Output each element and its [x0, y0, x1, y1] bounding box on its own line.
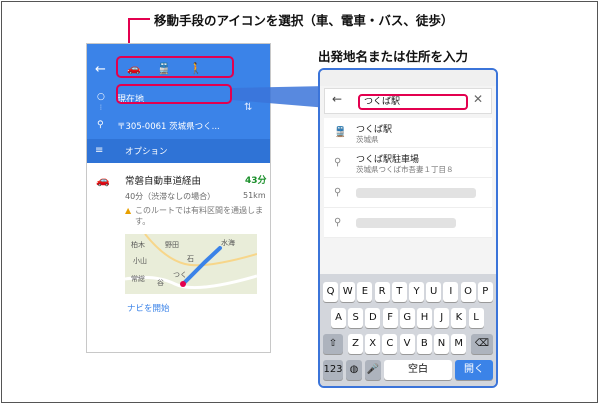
blurred-result: [356, 218, 456, 228]
pin-icon: ⚲: [334, 217, 342, 228]
key-l[interactable]: L: [468, 308, 484, 328]
key-n[interactable]: N: [434, 334, 449, 354]
key-o[interactable]: O: [460, 282, 476, 302]
key-u[interactable]: U: [426, 282, 442, 302]
shift-key[interactable]: ⇧: [323, 334, 343, 354]
key-a[interactable]: A: [331, 308, 346, 328]
space-key[interactable]: 空白: [384, 360, 452, 380]
list-item[interactable]: 🚆 つくば駅 茨城県: [324, 118, 492, 148]
list-item[interactable]: ⚲: [324, 208, 492, 238]
key-i[interactable]: I: [443, 282, 459, 302]
search-results: 🚆 つくば駅 茨城県 ⚲ つくば駅駐車場 茨城県つくば市吾妻１丁目８ ⚲ ⚲: [324, 118, 492, 238]
key-y[interactable]: Y: [409, 282, 424, 302]
backspace-key[interactable]: ⌫: [471, 334, 493, 354]
key-e[interactable]: E: [357, 282, 373, 302]
pin-icon: ⚲: [334, 157, 342, 168]
keyboard: Q W E R T Y U I O P A S D F G H J K L ⇧ Z X C V B N M ⌫ 123 ◍ 🎤 空白 開く: [320, 274, 496, 386]
microphone-icon[interactable]: 🎤: [365, 360, 381, 380]
key-f[interactable]: F: [382, 308, 398, 328]
key-p[interactable]: P: [477, 282, 493, 302]
key-g[interactable]: G: [399, 308, 415, 328]
key-c[interactable]: C: [382, 334, 398, 354]
key-k[interactable]: K: [451, 308, 467, 328]
search-input[interactable]: つくば駅: [358, 94, 468, 110]
search-screen: ← つくば駅 ✕ 🚆 つくば駅 茨城県 ⚲ つくば駅駐車場 茨城県つくば市吾妻１…: [318, 68, 498, 388]
train-icon: 🚆: [334, 127, 347, 138]
arrow-back-icon[interactable]: ←: [332, 92, 342, 106]
globe-icon[interactable]: ◍: [346, 360, 362, 380]
status-bar: [320, 70, 496, 86]
go-key[interactable]: 開く: [455, 360, 493, 380]
key-h[interactable]: H: [417, 308, 432, 328]
list-item[interactable]: ⚲ つくば駅駐車場 茨城県つくば市吾妻１丁目８: [324, 148, 492, 178]
key-v[interactable]: V: [399, 334, 415, 354]
key-t[interactable]: T: [391, 282, 407, 302]
blurred-result: [356, 188, 476, 198]
list-item[interactable]: ⚲: [324, 178, 492, 208]
key-r[interactable]: R: [374, 282, 390, 302]
key-j[interactable]: J: [434, 308, 450, 328]
result-sub: 茨城県: [356, 135, 379, 144]
key-m[interactable]: M: [451, 334, 467, 354]
numbers-key[interactable]: 123: [323, 360, 343, 380]
callout-pointer: [232, 86, 328, 108]
key-d[interactable]: D: [365, 308, 381, 328]
key-z[interactable]: Z: [348, 334, 363, 354]
key-q[interactable]: Q: [323, 282, 338, 302]
clear-icon[interactable]: ✕: [473, 92, 483, 106]
result-sub: 茨城県つくば市吾妻１丁目８: [356, 165, 454, 174]
key-b[interactable]: B: [416, 334, 432, 354]
key-w[interactable]: W: [340, 282, 356, 302]
pin-icon: ⚲: [334, 187, 342, 198]
key-x[interactable]: X: [365, 334, 381, 354]
key-s[interactable]: S: [348, 308, 364, 328]
